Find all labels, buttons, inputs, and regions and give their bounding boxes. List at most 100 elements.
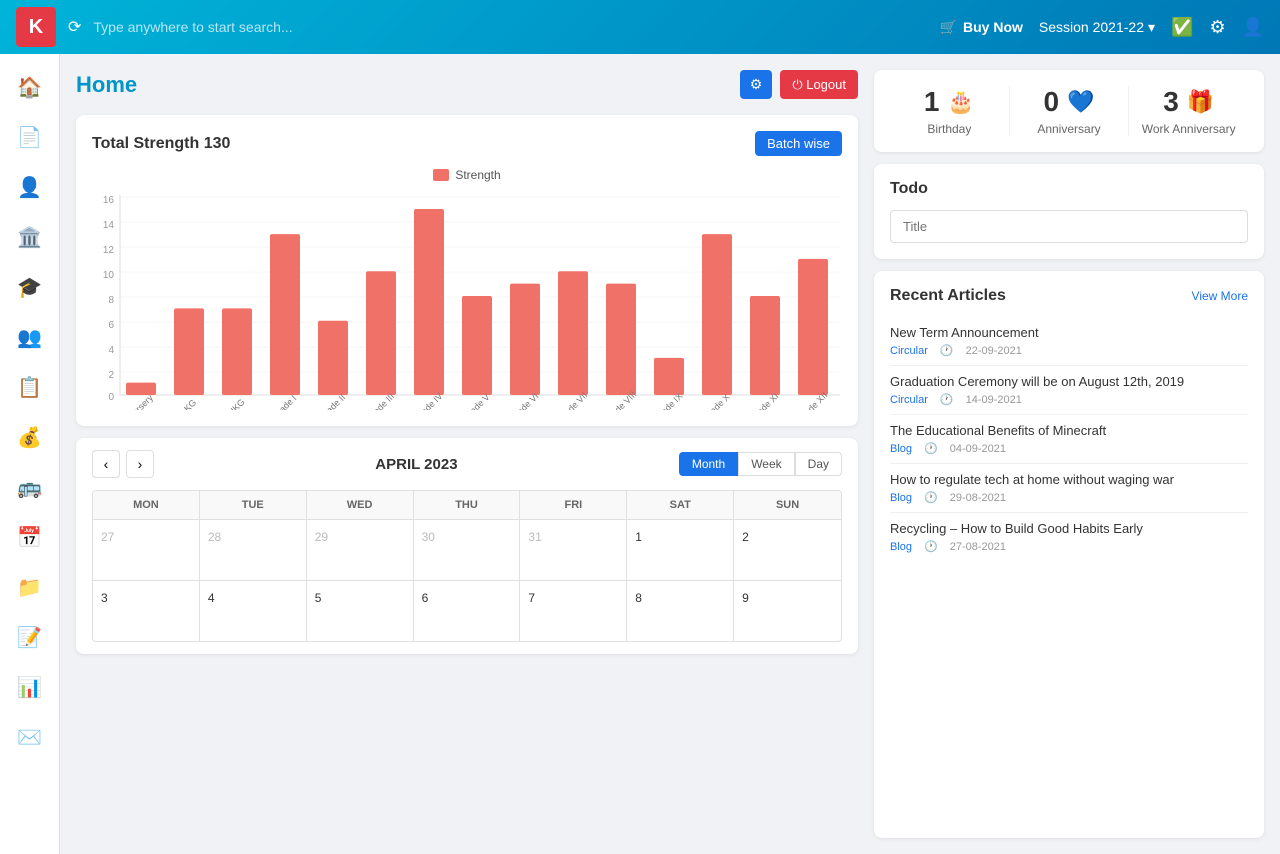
settings-button[interactable]: ⚙ (740, 70, 773, 99)
cal-cell-2[interactable]: 2 (734, 520, 841, 580)
sidebar-item-graduation[interactable]: 🎓 (7, 264, 53, 310)
day-header-sat: SAT (627, 491, 734, 519)
chart-card: Total Strength 130 Batch wise Strength 0… (76, 115, 858, 426)
sidebar-item-folder[interactable]: 📁 (7, 564, 53, 610)
work-anniversary-stat: 3 🎁 Work Anniversary (1129, 86, 1248, 136)
bar-chart-svg: 0 2 4 6 8 10 12 14 16 (92, 190, 842, 410)
birthday-label: Birthday (927, 122, 971, 136)
sidebar-item-calendar[interactable]: 📅 (7, 514, 53, 560)
clock-icon-2: 🕐 (924, 442, 938, 455)
clock-icon-4: 🕐 (924, 540, 938, 553)
sidebar-item-finance[interactable]: 💰 (7, 414, 53, 460)
sidebar-item-transport[interactable]: 🚌 (7, 464, 53, 510)
chart-legend: Strength (92, 168, 842, 182)
main-content: Home ⚙ ⏻ Logout Total Strength 130 Batch… (60, 54, 1280, 854)
anniversary-icon: 💙 (1067, 89, 1094, 115)
cal-cell-7[interactable]: 7 (520, 581, 627, 641)
sidebar-item-document[interactable]: 📄 (7, 114, 53, 160)
view-more-link[interactable]: View More (1192, 289, 1248, 303)
check-icon[interactable]: ✅ (1171, 17, 1193, 38)
sidebar-item-institution[interactable]: 🏛️ (7, 214, 53, 260)
search-input[interactable] (93, 19, 927, 35)
buy-now-button[interactable]: 🛒 Buy Now (940, 19, 1023, 36)
left-panel: Home ⚙ ⏻ Logout Total Strength 130 Batch… (76, 70, 858, 838)
page-title: Home (76, 72, 137, 98)
cal-cell-27[interactable]: 27 (93, 520, 200, 580)
clock-icon-0: 🕐 (940, 344, 954, 357)
nav-right: 🛒 Buy Now Session 2021-22 ▾ ✅ ⚙ 👤 (940, 17, 1264, 38)
session-selector[interactable]: Session 2021-22 ▾ (1039, 19, 1155, 36)
sidebar-item-list[interactable]: 📋 (7, 364, 53, 410)
gear-icon[interactable]: ⚙ (1209, 17, 1225, 38)
sidebar-item-mail[interactable]: ✉️ (7, 714, 53, 760)
articles-card: Recent Articles View More New Term Annou… (874, 271, 1264, 838)
sidebar-item-person[interactable]: 👤 (7, 164, 53, 210)
calendar-next-button[interactable]: › (126, 450, 154, 478)
cal-view-week-button[interactable]: Week (738, 452, 794, 476)
calendar-prev-button[interactable]: ‹ (92, 450, 120, 478)
anniversary-count: 0 (1044, 86, 1060, 118)
sidebar-item-staff[interactable]: 👥 (7, 314, 53, 360)
article-title-0[interactable]: New Term Announcement (890, 325, 1248, 340)
todo-title: Todo (890, 180, 1248, 198)
article-tag-1: Circular (890, 394, 928, 406)
calendar-grid: MON TUE WED THU FRI SAT SUN 27 28 29 30 (92, 490, 842, 642)
svg-text:UKG: UKG (226, 397, 247, 410)
article-tag-3: Blog (890, 492, 912, 504)
right-panel: 1 🎂 Birthday 0 💙 Anniversary 3 🎁 Work An… (874, 70, 1264, 838)
svg-text:2: 2 (108, 370, 114, 381)
article-date-4: 27-08-2021 (950, 541, 1006, 553)
article-title-4[interactable]: Recycling – How to Build Good Habits Ear… (890, 521, 1248, 536)
search-icon[interactable]: ⟳ (68, 17, 81, 37)
cal-cell-9[interactable]: 9 (734, 581, 841, 641)
session-label: Session 2021-22 (1039, 19, 1144, 35)
todo-card: Todo (874, 164, 1264, 259)
article-title-1[interactable]: Graduation Ceremony will be on August 12… (890, 374, 1248, 389)
cal-view-day-button[interactable]: Day (795, 452, 842, 476)
cal-cell-6[interactable]: 6 (414, 581, 521, 641)
logout-button[interactable]: ⏻ Logout (780, 70, 858, 99)
work-anniversary-stat-row: 3 🎁 (1163, 86, 1214, 118)
article-tag-0: Circular (890, 345, 928, 357)
clock-icon-1: 🕐 (940, 393, 954, 406)
sidebar-item-notes[interactable]: 📝 (7, 614, 53, 660)
clock-icon-3: 🕐 (924, 491, 938, 504)
logo[interactable]: K (16, 7, 56, 47)
calendar-header: ‹ › APRIL 2023 Month Week Day (92, 450, 842, 478)
calendar-weeks: 27 28 29 30 31 1 2 3 4 5 6 7 (93, 520, 841, 641)
cal-cell-28[interactable]: 28 (200, 520, 307, 580)
cal-cell-3[interactable]: 3 (93, 581, 200, 641)
sidebar-item-reports[interactable]: 📊 (7, 664, 53, 710)
calendar-week-2: 3 4 5 6 7 8 9 (93, 581, 841, 641)
user-icon[interactable]: 👤 (1242, 17, 1264, 38)
cal-cell-31[interactable]: 31 (520, 520, 627, 580)
article-meta-4: Blog 🕐 27-08-2021 (890, 540, 1248, 553)
article-date-0: 22-09-2021 (966, 345, 1022, 357)
cal-cell-8[interactable]: 8 (627, 581, 734, 641)
birthday-stat: 1 🎂 Birthday (890, 86, 1010, 136)
todo-input[interactable] (890, 210, 1248, 243)
article-title-2[interactable]: The Educational Benefits of Minecraft (890, 423, 1248, 438)
cal-cell-4[interactable]: 4 (200, 581, 307, 641)
day-header-mon: MON (93, 491, 200, 519)
articles-header: Recent Articles View More (890, 287, 1248, 305)
cal-cell-1[interactable]: 1 (627, 520, 734, 580)
cal-cell-30[interactable]: 30 (414, 520, 521, 580)
svg-text:6: 6 (108, 320, 114, 331)
cal-cell-5[interactable]: 5 (307, 581, 414, 641)
article-date-3: 29-08-2021 (950, 492, 1006, 504)
birthday-stat-row: 1 🎂 (924, 86, 975, 118)
sidebar-item-home[interactable]: 🏠 (7, 64, 53, 110)
legend-label: Strength (455, 168, 500, 182)
chevron-down-icon: ▾ (1148, 19, 1155, 36)
article-date-1: 14-09-2021 (966, 394, 1022, 406)
svg-text:10: 10 (103, 270, 115, 281)
cal-cell-29[interactable]: 29 (307, 520, 414, 580)
cal-view-month-button[interactable]: Month (679, 452, 738, 476)
buy-now-label: Buy Now (963, 19, 1023, 35)
article-item-1: Graduation Ceremony will be on August 12… (890, 366, 1248, 415)
article-meta-1: Circular 🕐 14-09-2021 (890, 393, 1248, 406)
svg-text:LKG: LKG (178, 397, 198, 410)
article-title-3[interactable]: How to regulate tech at home without wag… (890, 472, 1248, 487)
batch-wise-button[interactable]: Batch wise (755, 131, 842, 156)
